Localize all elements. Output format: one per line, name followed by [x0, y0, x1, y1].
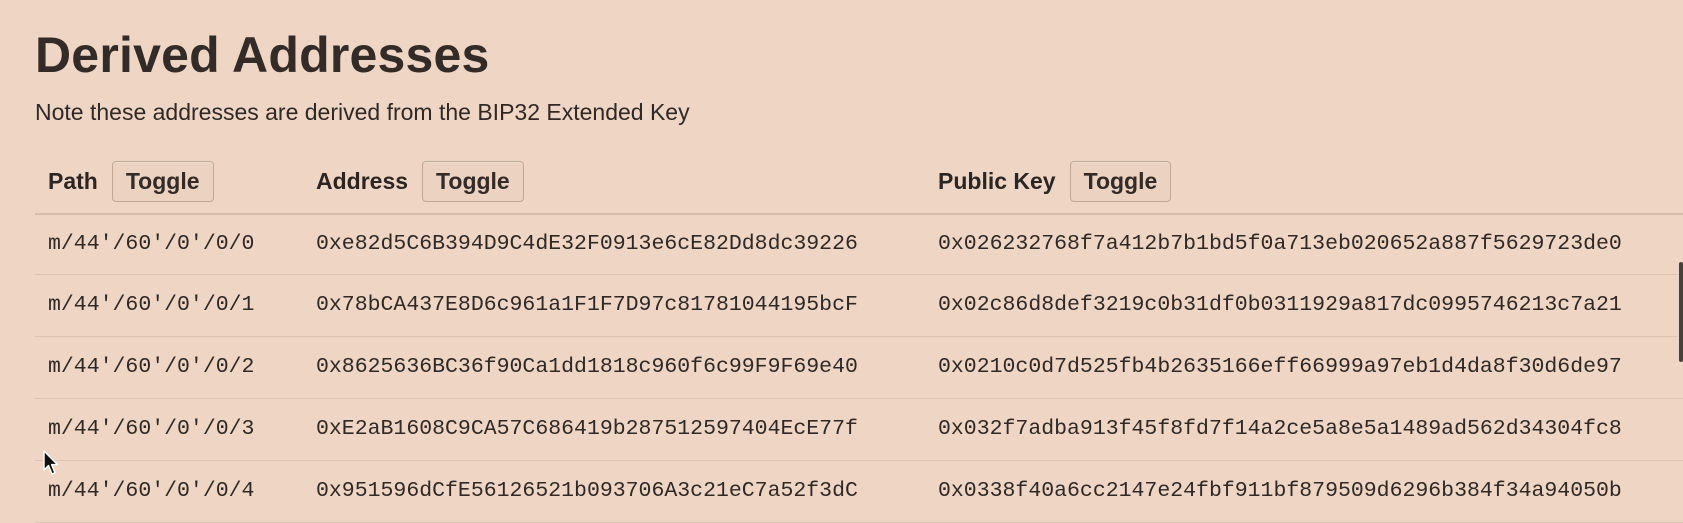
address-column-header: Address Toggle: [303, 150, 925, 214]
public-key-column-header: Public Key Toggle: [925, 150, 1683, 214]
path-cell[interactable]: m/44'/60'/0'/0/1: [35, 274, 303, 336]
path-header-label: Path: [48, 168, 98, 194]
table-row: m/44'/60'/0'/0/2 0x8625636BC36f90Ca1dd18…: [35, 336, 1683, 398]
derived-addresses-table: Path Toggle Address Toggle Public Key Toggl…: [35, 150, 1683, 523]
address-cell[interactable]: 0x951596dCfE56126521b093706A3c21eC7a52f3…: [303, 460, 925, 522]
table-row: m/44'/60'/0'/0/4 0x951596dCfE56126521b09…: [35, 460, 1683, 522]
public-key-cell[interactable]: 0x032f7adba913f45f8fd7f14a2ce5a8e5a1489a…: [925, 398, 1683, 460]
table-row: m/44'/60'/0'/0/0 0xe82d5C6B394D9C4dE32F0…: [35, 214, 1683, 274]
table-row: m/44'/60'/0'/0/3 0xE2aB1608C9CA57C686419…: [35, 398, 1683, 460]
address-cell[interactable]: 0xE2aB1608C9CA57C686419b287512597404EcE7…: [303, 398, 925, 460]
public-key-cell[interactable]: 0x0338f40a6cc2147e24fbf911bf879509d6296b…: [925, 460, 1683, 522]
path-cell[interactable]: m/44'/60'/0'/0/2: [35, 336, 303, 398]
table-header-row: Path Toggle Address Toggle Public Key Toggl…: [35, 150, 1683, 214]
vertical-scrollbar[interactable]: [1679, 262, 1683, 362]
toggle-public-key-button[interactable]: Toggle: [1069, 161, 1172, 202]
address-cell[interactable]: 0x78bCA437E8D6c961a1F1F7D97c81781044195b…: [303, 274, 925, 336]
section-title: Derived Addresses: [35, 27, 490, 83]
public-key-cell[interactable]: 0x0210c0d7d525fb4b2635166eff66999a97eb1d…: [925, 336, 1683, 398]
address-header-label: Address: [316, 168, 409, 194]
public-key-cell[interactable]: 0x02c86d8def3219c0b31df0b0311929a817dc09…: [925, 274, 1683, 336]
public-key-cell[interactable]: 0x026232768f7a412b7b1bd5f0a713eb020652a8…: [925, 214, 1683, 274]
path-cell[interactable]: m/44'/60'/0'/0/3: [35, 398, 303, 460]
path-cell[interactable]: m/44'/60'/0'/0/0: [35, 214, 303, 274]
address-cell[interactable]: 0x8625636BC36f90Ca1dd1818c960f6c99F9F69e…: [303, 336, 925, 398]
address-cell[interactable]: 0xe82d5C6B394D9C4dE32F0913e6cE82Dd8dc392…: [303, 214, 925, 274]
table-row: m/44'/60'/0'/0/1 0x78bCA437E8D6c961a1F1F…: [35, 274, 1683, 336]
public-key-header-label: Public Key: [938, 168, 1056, 194]
path-column-header: Path Toggle: [35, 150, 303, 214]
toggle-path-button[interactable]: Toggle: [111, 161, 214, 202]
path-cell[interactable]: m/44'/60'/0'/0/4: [35, 460, 303, 522]
section-note: Note these addresses are derived from th…: [35, 99, 690, 125]
toggle-address-button[interactable]: Toggle: [422, 161, 524, 202]
